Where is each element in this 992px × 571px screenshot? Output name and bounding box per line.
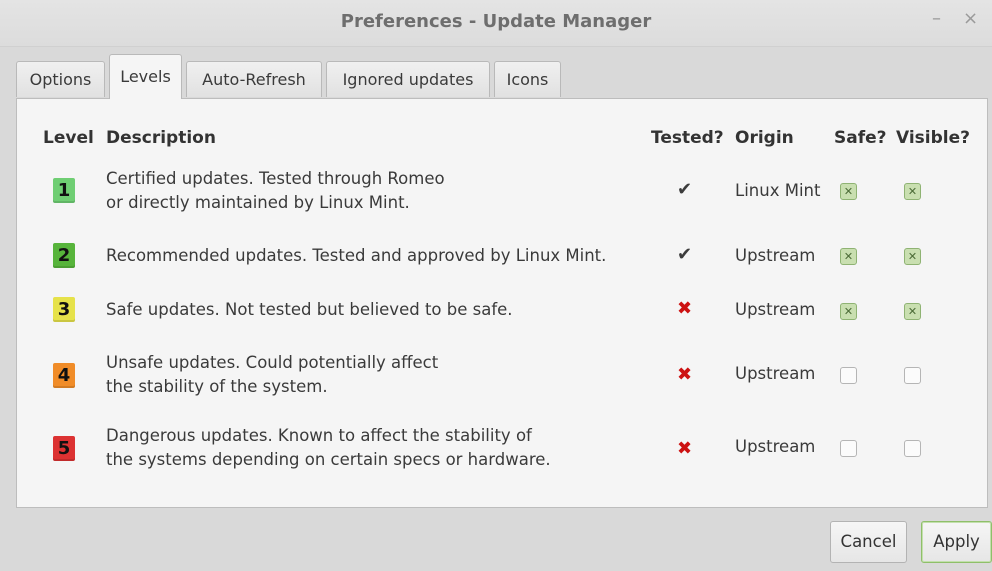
levels-panel: Level Description Tested? Origin Safe? V…: [16, 98, 988, 508]
cancel-button[interactable]: Cancel: [830, 521, 907, 563]
visible-checkbox-3[interactable]: ✕: [904, 303, 921, 320]
safe-checkbox-3[interactable]: ✕: [840, 303, 857, 320]
header-tested: Tested?: [651, 128, 724, 148]
origin-label-2: Upstream: [735, 246, 816, 265]
tested-check-icon: ✔: [677, 179, 693, 200]
header-origin: Origin: [735, 128, 794, 148]
level-description-1: Certified updates. Tested through Romeo …: [106, 169, 445, 212]
tab-auto-refresh[interactable]: Auto-Refresh: [186, 61, 322, 97]
level-badge-3: 3: [53, 297, 75, 322]
safe-checkbox-1[interactable]: ✕: [840, 183, 857, 200]
tab-ignored-updates[interactable]: Ignored updates: [326, 61, 490, 97]
title-bar[interactable]: Preferences - Update Manager – ×: [0, 0, 992, 47]
tab-options[interactable]: Options: [16, 61, 105, 97]
window-title: Preferences - Update Manager: [340, 11, 652, 32]
visible-checkbox-4[interactable]: [904, 367, 921, 384]
tested-cross-icon: ✖: [677, 364, 693, 385]
level-description-4: Unsafe updates. Could potentially affect…: [106, 353, 439, 396]
visible-checkbox-1[interactable]: ✕: [904, 183, 921, 200]
tab-icons[interactable]: Icons: [494, 61, 561, 97]
origin-label-3: Upstream: [735, 300, 816, 319]
level-description-5: Dangerous updates. Known to affect the s…: [106, 426, 551, 469]
safe-checkbox-4[interactable]: [840, 367, 857, 384]
visible-checkbox-5[interactable]: [904, 440, 921, 457]
origin-label-4: Upstream: [735, 364, 816, 383]
level-description-2: Recommended updates. Tested and approved…: [106, 246, 607, 265]
tested-cross-icon: ✖: [677, 438, 693, 459]
origin-label-1: Linux Mint: [735, 181, 821, 200]
header-visible: Visible?: [896, 128, 971, 148]
header-level: Level: [43, 128, 94, 148]
header-description: Description: [106, 128, 216, 148]
level-badge-1: 1: [53, 178, 75, 203]
apply-button[interactable]: Apply: [921, 521, 992, 563]
level-badge-5: 5: [53, 436, 75, 461]
tab-levels[interactable]: Levels: [109, 54, 182, 99]
tested-cross-icon: ✖: [677, 298, 693, 319]
close-icon[interactable]: ×: [963, 8, 978, 29]
visible-checkbox-2[interactable]: ✕: [904, 248, 921, 265]
safe-checkbox-5[interactable]: [840, 440, 857, 457]
origin-label-5: Upstream: [735, 437, 816, 456]
level-description-3: Safe updates. Not tested but believed to…: [106, 300, 513, 319]
level-badge-4: 4: [53, 363, 75, 388]
level-badge-2: 2: [53, 243, 75, 268]
safe-checkbox-2[interactable]: ✕: [840, 248, 857, 265]
minimize-icon[interactable]: –: [932, 8, 941, 29]
tested-check-icon: ✔: [677, 244, 693, 265]
header-safe: Safe?: [834, 128, 887, 148]
